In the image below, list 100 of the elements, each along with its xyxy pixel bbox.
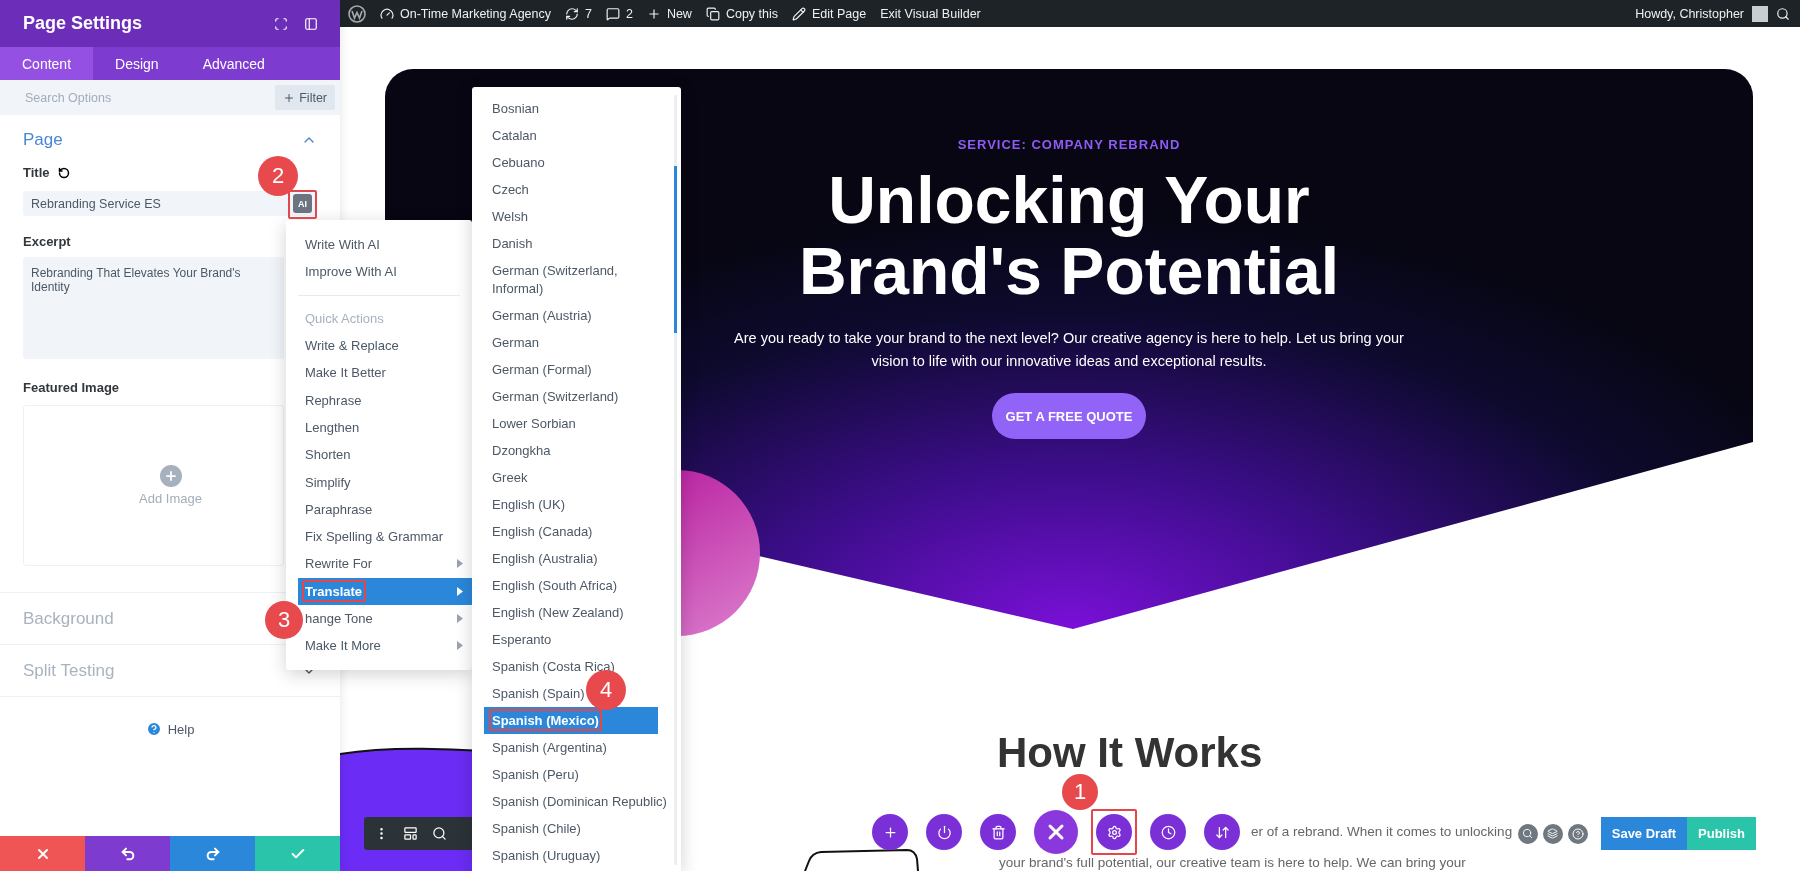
submenu-arrow-icon (457, 614, 463, 623)
sort-button[interactable] (1204, 814, 1240, 850)
focus-icon[interactable] (274, 16, 288, 31)
plus-icon (882, 824, 898, 840)
language-option[interactable]: Spanish (Spain) (492, 684, 585, 703)
language-option[interactable]: Catalan (492, 126, 537, 145)
title-field[interactable]: Rebranding Service ES AI (23, 191, 317, 216)
dashboard-icon (380, 6, 394, 21)
admin-bar-item[interactable]: 2 (605, 6, 633, 21)
language-option[interactable]: English (South Africa) (492, 576, 617, 595)
menu-item[interactable]: Lengthen (305, 413, 472, 442)
language-option[interactable]: Dzongkha (492, 441, 551, 460)
language-option[interactable]: Spanish (Argentina) (492, 738, 607, 757)
excerpt-field[interactable]: Rebranding That Elevates Your Brand's Identity (23, 257, 284, 359)
menu-item[interactable]: hange Tone (305, 604, 472, 633)
quote-button[interactable]: GET A FREE QUOTE (992, 393, 1146, 439)
search-icon[interactable] (1776, 6, 1790, 21)
field-label: Title (23, 165, 50, 180)
save-draft-button[interactable]: Save Draft (1600, 817, 1688, 850)
search-field[interactable]: Search Options Filter (0, 80, 340, 115)
language-option[interactable]: German (492, 333, 539, 352)
help-link[interactable]: Help (167, 721, 195, 737)
hero-title: Unlocking Your Brand's Potential (798, 165, 1340, 307)
submenu-arrow-icon (457, 559, 463, 569)
admin-bar-item[interactable]: New (646, 6, 692, 21)
highlight-frame (1091, 809, 1137, 855)
menu-item[interactable]: Fix Spelling & Grammar (305, 522, 472, 551)
trash-icon (990, 824, 1006, 840)
history-button[interactable] (1150, 814, 1186, 850)
hero-text: Are you ready to take your brand to the next level? Our creative agency is here to help. Let us bring your vision to life with our innovative ideas and exceptional results. (734, 329, 1404, 371)
menu-item[interactable]: Make It More (305, 632, 472, 660)
copy-icon (705, 6, 720, 21)
language-option[interactable]: English (Canada) (492, 522, 593, 541)
language-option[interactable]: Spanish (Dominican Republic) (492, 792, 667, 811)
tab[interactable]: Advanced (180, 47, 287, 80)
language-option[interactable]: Welsh (492, 207, 528, 226)
greeting[interactable]: Howdy, Christopher (1635, 6, 1744, 21)
ai-button[interactable]: AI (293, 194, 312, 213)
panel-title: Page Settings (23, 13, 144, 34)
scrollbar-thumb[interactable] (674, 166, 677, 333)
delete-button[interactable] (980, 814, 1016, 850)
zoom-button[interactable] (1517, 823, 1538, 844)
language-option[interactable]: Spanish (Peru) (492, 765, 579, 784)
language-option[interactable]: German (Switzerland, Informal) (492, 261, 669, 298)
menu-item[interactable]: Paraphrase (305, 495, 472, 523)
avatar[interactable] (1752, 5, 1768, 22)
menu-item[interactable]: Write & Replace (305, 331, 472, 360)
undo-icon (119, 845, 136, 862)
language-option[interactable]: Esperanto (492, 630, 552, 649)
language-option[interactable]: English (Australia) (492, 549, 598, 568)
logo-icon[interactable] (348, 4, 366, 23)
admin-bar-item[interactable]: Exit Visual Builder (880, 6, 981, 21)
language-option[interactable]: German (Switzerland) (492, 387, 619, 406)
language-option[interactable]: English (UK) (492, 495, 565, 514)
clock-icon (1160, 824, 1176, 840)
menu-item[interactable]: Shorten (305, 441, 472, 469)
language-option[interactable]: Spanish (Chile) (492, 819, 581, 838)
language-option[interactable]: German (Austria) (492, 306, 592, 325)
language-option[interactable]: German (Formal) (492, 360, 592, 379)
menu-item[interactable]: Write With AI (305, 231, 472, 259)
admin-bar-item[interactable]: Edit Page (792, 6, 867, 21)
submenu-arrow-icon (457, 641, 463, 651)
menu-item[interactable]: Make It Better (305, 359, 472, 387)
language-option[interactable]: Danish (492, 234, 533, 253)
admin-bar-item[interactable]: On-Time Marketing Agency (380, 6, 551, 21)
filter-button[interactable]: Filter (275, 85, 335, 110)
menu-item[interactable]: Simplify (305, 468, 472, 496)
settings-button[interactable] (1096, 814, 1132, 850)
menu-item[interactable]: Rephrase (305, 386, 472, 414)
search-icon[interactable] (432, 826, 447, 841)
reset-icon[interactable] (57, 166, 70, 179)
menu-item[interactable]: Improve With AI (305, 258, 472, 286)
submenu-arrow-icon (457, 586, 463, 596)
layout-icon[interactable] (403, 826, 418, 841)
language-option[interactable]: Spanish (Uruguay) (492, 846, 601, 865)
add-button[interactable] (872, 814, 908, 850)
language-option[interactable]: Bosnian (492, 99, 539, 118)
layers-button[interactable] (1542, 823, 1563, 844)
menu-item[interactable]: Rewrite For (305, 550, 472, 578)
menu-item[interactable]: Translate (298, 577, 472, 605)
power-icon (936, 824, 952, 840)
help-icon[interactable] (145, 721, 162, 737)
admin-bar-item[interactable]: 7 (565, 6, 592, 21)
redo-icon (204, 845, 221, 862)
language-option[interactable]: Czech (492, 180, 529, 199)
layers-icon (1547, 828, 1559, 839)
refresh-icon (565, 6, 579, 21)
section-title[interactable]: Page (23, 130, 63, 150)
admin-bar-item[interactable]: Copy this (705, 6, 778, 21)
language-option[interactable]: Lower Sorbian (492, 414, 576, 433)
language-option[interactable]: English (New Zealand) (492, 603, 624, 622)
tab[interactable]: Content (0, 47, 94, 80)
section-heading: How It Works (997, 732, 1263, 774)
sidebar-icon[interactable] (304, 16, 318, 31)
power-button[interactable] (926, 814, 962, 850)
language-option[interactable]: Cebuano (492, 153, 545, 172)
help-button[interactable] (1567, 823, 1588, 844)
close-button[interactable] (1034, 810, 1078, 854)
tab[interactable]: Design (93, 47, 181, 80)
language-option[interactable]: Greek (492, 468, 528, 487)
